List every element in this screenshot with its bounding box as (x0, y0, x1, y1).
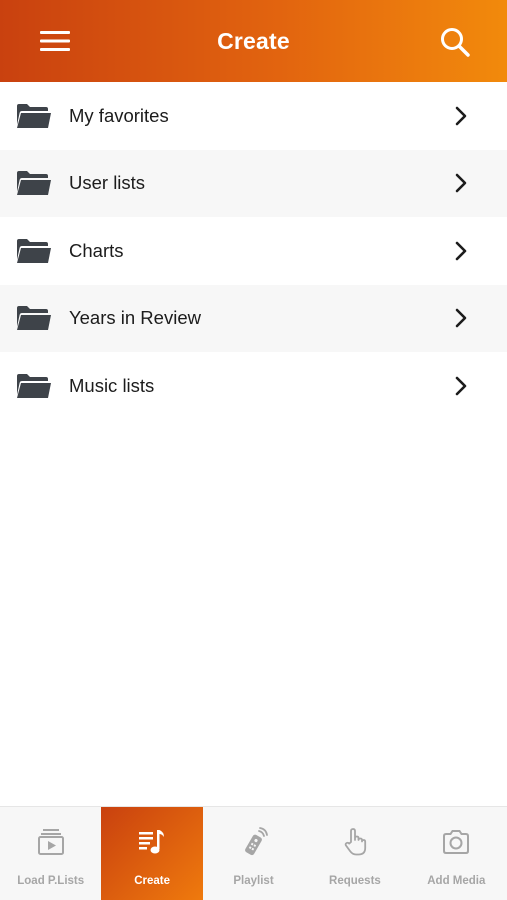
list-item-label: Music lists (69, 374, 155, 396)
list-item-years-in-review[interactable]: Years in Review (0, 284, 507, 352)
tab-label: Requests (329, 875, 381, 887)
load-playlists-icon (37, 829, 64, 855)
search-button[interactable] (435, 22, 475, 62)
remote-control-icon (244, 827, 268, 856)
folder-icon (17, 103, 51, 128)
page-title: Create (217, 27, 290, 54)
bottom-tab-bar: Load P.Lists Create Playlist Requests Ad… (0, 806, 507, 900)
music-list-icon (139, 830, 165, 854)
chevron-right-icon (455, 106, 467, 126)
tab-add-media[interactable]: Add Media (406, 807, 507, 900)
hand-pointer-icon (344, 828, 367, 856)
list-item-music-lists[interactable]: Music lists (0, 352, 507, 420)
chevron-right-icon (455, 376, 467, 396)
menu-button[interactable] (34, 24, 76, 58)
tab-load-playlists[interactable]: Load P.Lists (0, 807, 101, 900)
app-header: Create (0, 0, 507, 82)
search-icon (441, 28, 470, 57)
folder-icon (17, 238, 51, 263)
tab-label: Add Media (427, 875, 486, 887)
list-item-label: My favorites (69, 104, 169, 126)
folder-icon (17, 171, 51, 196)
tab-create[interactable]: Create (101, 807, 203, 900)
chevron-right-icon (455, 173, 467, 193)
list-item-user-lists[interactable]: User lists (0, 149, 507, 217)
folder-icon (17, 306, 51, 331)
camera-icon (443, 830, 470, 854)
list-item-label: User lists (69, 172, 146, 194)
hamburger-menu-icon (40, 31, 70, 51)
list-item-my-favorites[interactable]: My favorites (0, 82, 507, 150)
tab-requests[interactable]: Requests (304, 807, 405, 900)
tab-label: Create (134, 875, 171, 887)
list-item-label: Years in Review (69, 307, 201, 329)
tab-playlist[interactable]: Playlist (203, 807, 304, 900)
chevron-right-icon (455, 241, 467, 261)
list-item-label: Charts (69, 239, 124, 261)
tab-label: Load P.Lists (17, 875, 85, 887)
folder-list: My favorites User lists Charts Years in … (0, 82, 507, 420)
tab-label: Playlist (233, 875, 274, 887)
list-item-charts[interactable]: Charts (0, 217, 507, 285)
folder-icon (17, 373, 51, 398)
chevron-right-icon (455, 308, 467, 328)
